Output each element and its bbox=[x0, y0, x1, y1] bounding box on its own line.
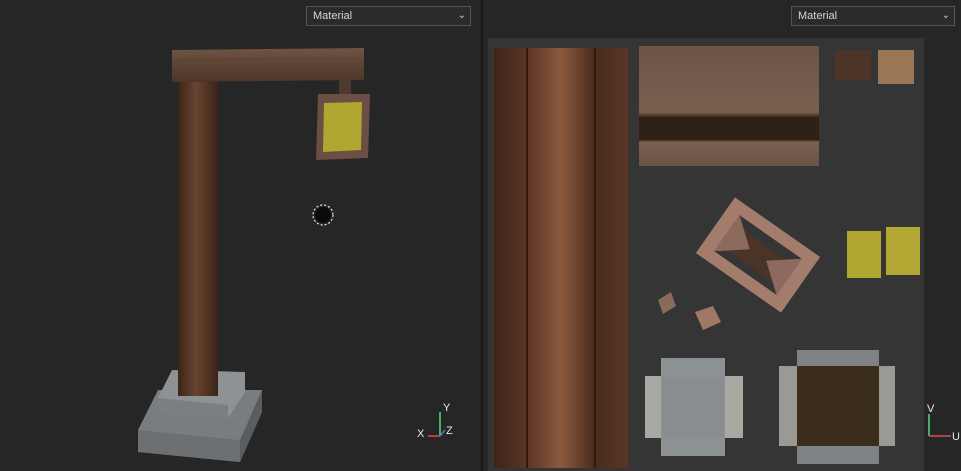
dropdown-value: Material bbox=[798, 10, 838, 22]
axis-u-label: U bbox=[952, 431, 960, 443]
axis-z-label: Z bbox=[446, 425, 453, 437]
pivot-gizmo-icon[interactable] bbox=[312, 204, 334, 226]
material-view-dropdown[interactable]: Material ⌄ bbox=[306, 6, 471, 26]
3d-viewport-panel[interactable]: Y X Z Material ⌄ bbox=[0, 0, 481, 471]
uv-island-beam[interactable] bbox=[639, 46, 819, 166]
hanging-sign bbox=[316, 94, 370, 160]
xyz-axis-icon: Y X Z bbox=[417, 402, 453, 440]
axis-v-label: V bbox=[927, 403, 935, 415]
uv-editor-panel[interactable]: V U Material ⌄ bbox=[483, 0, 961, 471]
axis-x-label: X bbox=[417, 428, 425, 440]
axis-y-label: Y bbox=[443, 402, 451, 414]
dropdown-value: Material bbox=[313, 10, 353, 22]
chevron-down-icon: ⌄ bbox=[457, 10, 466, 21]
wooden-post bbox=[178, 78, 218, 396]
sign-hanger bbox=[339, 80, 351, 94]
chevron-down-icon: ⌄ bbox=[941, 10, 950, 21]
uv-viewport[interactable]: V U bbox=[483, 0, 961, 471]
uv-island-chip-dark[interactable] bbox=[835, 50, 871, 80]
3d-viewport[interactable]: Y X Z bbox=[0, 0, 481, 471]
uv-island-chip-light[interactable] bbox=[878, 50, 914, 84]
uv-island-post[interactable] bbox=[494, 48, 628, 468]
uv-island-sign-front[interactable] bbox=[847, 231, 881, 278]
uv-axis-icon: V U bbox=[927, 403, 960, 443]
wooden-beam bbox=[172, 48, 364, 82]
uv-material-dropdown[interactable]: Material ⌄ bbox=[791, 6, 955, 26]
uv-island-sign-back[interactable] bbox=[886, 227, 920, 275]
